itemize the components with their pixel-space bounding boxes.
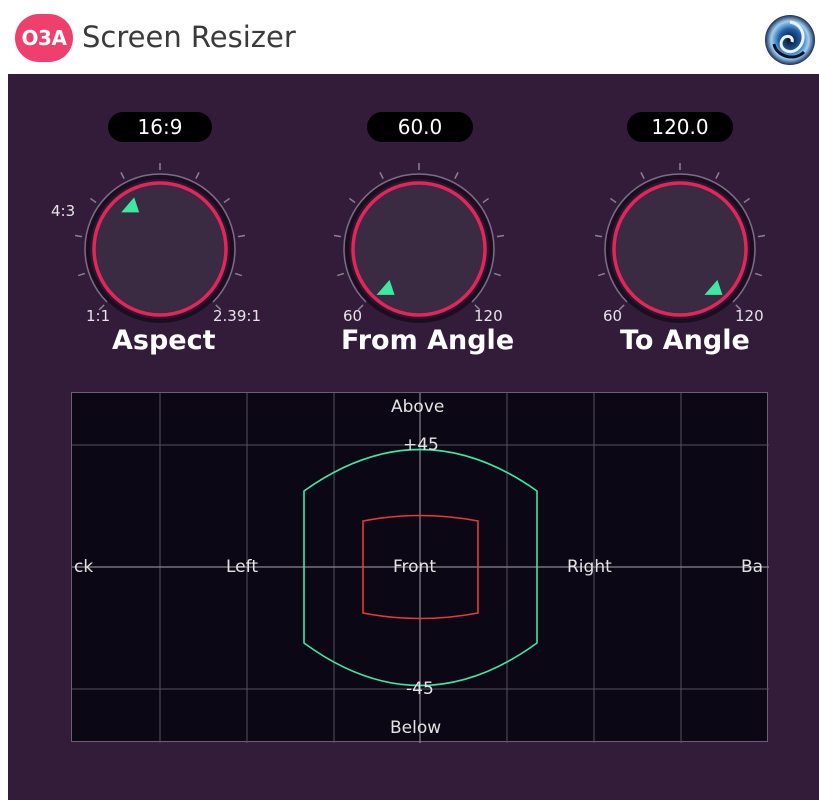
aspect-min-label: 1:1 (86, 307, 111, 325)
to-angle-min-label: 60 (603, 307, 623, 325)
from-angle-value-display[interactable]: 60.0 (367, 112, 473, 142)
from-angle-label: From Angle (341, 325, 515, 356)
to-angle-value-display[interactable]: 120.0 (627, 112, 733, 142)
o3a-logo: O3A (15, 14, 73, 62)
title-bar: O3A Screen Resizer (0, 0, 819, 74)
graph-label-right: Right (567, 557, 612, 577)
graph-label-below: Below (390, 718, 442, 738)
aspect-mid-label: 4:3 (51, 202, 76, 220)
from-angle-max-label: 120 (474, 307, 503, 325)
aspect-value-display[interactable]: 16:9 (108, 112, 212, 142)
aspect-label: Aspect (112, 325, 216, 356)
aspect-max-label: 2.39:1 (213, 307, 261, 325)
to-angle-label: To Angle (620, 325, 750, 356)
to-angle-max-label: 120 (735, 307, 764, 325)
graph-label-front: Front (393, 557, 436, 577)
swirl-logo-icon (765, 15, 815, 65)
app-title: Screen Resizer (82, 20, 296, 54)
graph-label-minus45: -45 (406, 679, 434, 699)
graph-label-plus45: +45 (403, 435, 439, 455)
from-angle-min-label: 60 (343, 307, 363, 325)
graph-label-left: Left (226, 557, 258, 577)
graph-label-back-right: Ba (741, 557, 764, 577)
graph-label-back-left: ck (74, 557, 94, 577)
screen-display-graph: Above +45 Left Front Right ck Ba -45 Bel… (71, 392, 769, 743)
graph-label-above: Above (391, 397, 445, 417)
